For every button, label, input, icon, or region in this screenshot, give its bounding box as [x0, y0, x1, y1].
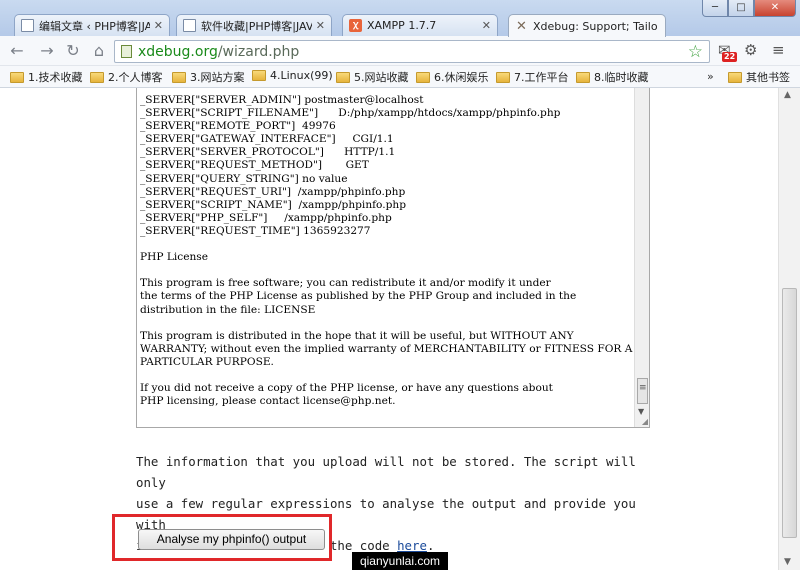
- maximize-button[interactable]: □: [728, 0, 754, 17]
- bookmark-folder[interactable]: 6.休闲娱乐: [416, 69, 489, 85]
- xampp-icon: ꭓ: [349, 19, 362, 32]
- analyse-button[interactable]: Analyse my phpinfo() output: [138, 529, 325, 550]
- close-icon[interactable]: ✕: [482, 19, 491, 32]
- page-scrollbar[interactable]: ▲ ▼: [778, 88, 800, 570]
- close-window-button[interactable]: ✕: [754, 0, 796, 17]
- tab-strip: 编辑文章 ‹ PHP博客|JAVA ✕ 软件收藏|PHP博客|JAVA ✕ ꭓ …: [0, 0, 800, 37]
- textarea-scroll-thumb[interactable]: [637, 378, 648, 404]
- tab-edit-post[interactable]: 编辑文章 ‹ PHP博客|JAVA ✕: [14, 14, 170, 36]
- scroll-up-arrow-icon[interactable]: ▲: [784, 90, 791, 100]
- folder-icon: [252, 70, 266, 81]
- bookmark-star-icon[interactable]: ☆: [688, 42, 703, 62]
- other-bookmarks[interactable]: 其他书签: [728, 69, 790, 85]
- minimize-button[interactable]: ─: [702, 0, 728, 17]
- settings-gear-icon[interactable]: ⚙: [744, 41, 757, 59]
- scroll-down-arrow-icon[interactable]: ▼: [638, 407, 644, 416]
- tab-software[interactable]: 软件收藏|PHP博客|JAVA ✕: [176, 14, 332, 36]
- folder-icon: [172, 71, 186, 83]
- tab-title: 编辑文章 ‹ PHP博客|JAVA: [39, 19, 150, 33]
- textarea-scrollbar[interactable]: ▼: [634, 88, 649, 427]
- phpinfo-text: _SERVER["SERVER_ADMIN"] postmaster@local…: [140, 94, 633, 408]
- folder-icon: [10, 71, 24, 83]
- folder-icon: [576, 71, 590, 83]
- back-icon[interactable]: ←: [8, 42, 26, 60]
- browser-toolbar: ← → ↻ ⌂ xdebug.org/wizard.php ☆ ✉ 22 ⚙ ≡: [0, 36, 800, 66]
- folder-icon: [728, 71, 742, 83]
- watermark: qianyunlai.com: [352, 552, 448, 570]
- folder-icon: [336, 71, 350, 83]
- window-controls: ─ □ ✕: [702, 0, 796, 17]
- bookmark-folder[interactable]: 7.工作平台: [496, 69, 569, 85]
- address-bar[interactable]: xdebug.org/wizard.php ☆: [114, 40, 710, 63]
- source-code-link[interactable]: here: [397, 538, 427, 553]
- bookmarks-bar: 1.技术收藏 2.个人博客 3.网站方案 4.Linux(99) 5.网站收藏 …: [0, 66, 800, 88]
- folder-icon: [496, 71, 510, 83]
- scroll-down-arrow-icon[interactable]: ▼: [784, 557, 791, 567]
- tab-xdebug[interactable]: ✕ Xdebug: Support; Tailo: [508, 14, 666, 37]
- reload-icon[interactable]: ↻: [64, 42, 82, 60]
- resize-grip-icon[interactable]: ◢: [642, 417, 648, 426]
- folder-icon: [416, 71, 430, 83]
- home-icon[interactable]: ⌂: [90, 42, 108, 60]
- bookmarks-overflow-button[interactable]: »: [707, 70, 714, 83]
- bookmark-folder[interactable]: 5.网站收藏: [336, 69, 409, 85]
- close-icon[interactable]: ✕: [316, 19, 325, 32]
- tab-xampp[interactable]: ꭓ XAMPP 1.7.7 ✕: [342, 14, 498, 36]
- document-icon: [21, 19, 34, 32]
- folder-icon: [90, 71, 104, 83]
- page-scroll-thumb[interactable]: [782, 288, 797, 538]
- bookmark-folder[interactable]: 8.临时收藏: [576, 69, 649, 85]
- tab-title: 软件收藏|PHP博客|JAVA: [201, 19, 312, 33]
- forward-icon[interactable]: →: [38, 42, 56, 60]
- tab-title: Xdebug: Support; Tailo: [533, 19, 658, 33]
- bookmark-folder[interactable]: 2.个人博客: [90, 69, 163, 85]
- url-text: xdebug.org/wizard.php: [138, 43, 300, 60]
- bookmark-folder[interactable]: 3.网站方案: [172, 69, 245, 85]
- page-icon: [121, 45, 132, 58]
- document-icon: [183, 19, 196, 32]
- menu-icon[interactable]: ≡: [772, 41, 785, 59]
- xdebug-icon: ✕: [516, 18, 527, 34]
- notification-badge: 22: [722, 52, 738, 62]
- phpinfo-textarea[interactable]: _SERVER["SERVER_ADMIN"] postmaster@local…: [136, 88, 650, 428]
- page-content: _SERVER["SERVER_ADMIN"] postmaster@local…: [0, 88, 778, 570]
- bookmark-folder[interactable]: 4.Linux(99): [252, 69, 333, 82]
- tab-title: XAMPP 1.7.7: [367, 19, 437, 32]
- close-icon[interactable]: ✕: [154, 19, 163, 32]
- bookmark-folder[interactable]: 1.技术收藏: [10, 69, 83, 85]
